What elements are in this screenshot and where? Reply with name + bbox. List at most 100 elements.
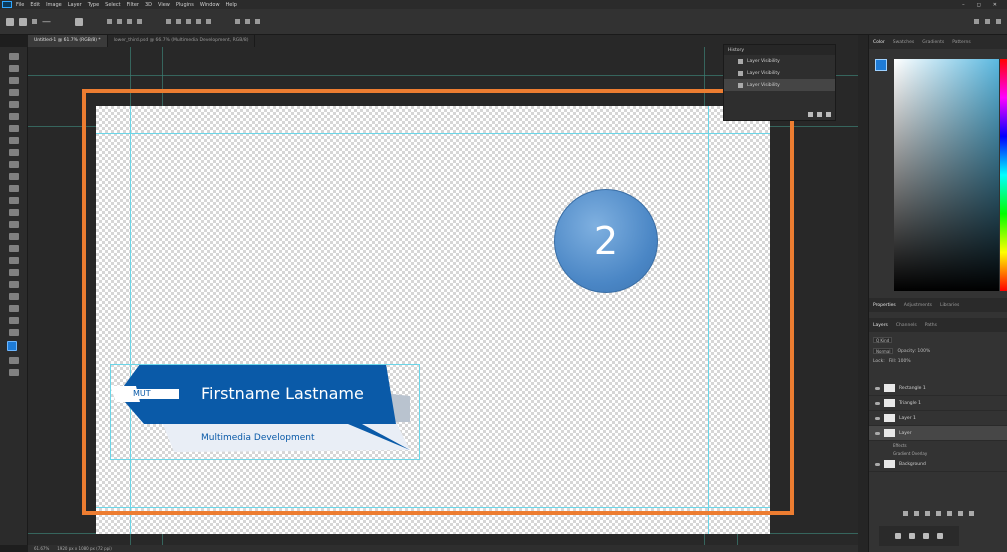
path-selection-icon[interactable] [9,269,19,276]
3d-rotate-icon[interactable] [245,19,250,24]
menu-3d[interactable]: 3D [145,2,152,8]
glyphs-icon[interactable] [937,533,943,539]
menu-window[interactable]: Window [200,2,220,8]
healing-brush-icon[interactable] [9,149,19,156]
type-tool-icon[interactable] [9,257,19,264]
layer-row[interactable]: Layer 1 [869,411,1007,426]
frame-tool-icon[interactable] [9,125,19,132]
share-icon[interactable] [974,19,979,24]
eyedropper-icon[interactable] [9,137,19,144]
screen-mode-icon[interactable] [9,369,19,376]
paragraph-icon[interactable] [923,533,929,539]
artboard-tool-icon[interactable] [9,65,19,72]
menu-filter[interactable]: Filter [127,2,139,8]
distribute-top-icon[interactable] [196,19,201,24]
distribute-center-icon[interactable] [176,19,181,24]
dodge-tool-icon[interactable] [9,233,19,240]
menu-plugins[interactable]: Plugins [176,2,194,8]
distribute-right-icon[interactable] [186,19,191,24]
menu-help[interactable]: Help [226,2,237,8]
group-icon[interactable] [947,510,952,516]
minimize-button[interactable]: – [962,2,965,8]
auto-select-checkbox[interactable] [32,19,37,24]
color-picker-field[interactable] [894,59,999,291]
trash-icon[interactable] [826,112,831,117]
home-icon[interactable] [6,17,14,26]
fill-field[interactable]: Fill: 100% [889,359,911,364]
move-tool-icon[interactable] [9,53,19,60]
align-right-icon[interactable] [127,19,132,24]
zoom-level[interactable]: 61.67% [34,546,49,551]
align-center-icon[interactable] [117,19,122,24]
distribute-left-icon[interactable] [166,19,171,24]
tab-untitled[interactable]: Untitled-1 @ 61.7% (RGB/8) * [28,35,108,47]
crop-tool-icon[interactable] [9,113,19,120]
tab-color[interactable]: Color [873,40,885,45]
magic-wand-icon[interactable] [9,101,19,108]
3d-mode-icon[interactable] [235,19,240,24]
camera-icon[interactable] [817,112,822,117]
trash-icon[interactable] [969,510,974,516]
adjustment-layer-icon[interactable] [936,510,941,516]
foreground-color-swatch[interactable] [875,59,887,71]
menu-layer[interactable]: Layer [68,2,82,8]
opacity-field[interactable]: Opacity: 100% [897,349,930,354]
more-options-icon[interactable] [206,19,211,24]
new-layer-icon[interactable] [958,510,963,516]
layer-row[interactable]: Triangle 1 [869,396,1007,411]
tab-adjustments[interactable]: Adjustments [904,303,932,308]
marquee-tool-icon[interactable] [9,77,19,84]
align-left-icon[interactable] [107,19,112,24]
align-top-icon[interactable] [137,19,142,24]
menu-file[interactable]: File [16,2,24,8]
document-info[interactable]: 1920 px x 1080 px (72 ppi) [57,546,112,551]
move-tool-icon[interactable] [19,17,27,26]
menu-type[interactable]: Type [88,2,99,8]
tab-layers[interactable]: Layers [873,323,888,328]
tab-libraries[interactable]: Libraries [940,303,959,308]
close-button[interactable]: ✕ [993,2,997,8]
workspace-icon[interactable] [996,19,1001,24]
fx-icon[interactable] [914,510,919,516]
tab-gradients[interactable]: Gradients [922,40,944,45]
eye-icon[interactable] [875,462,880,466]
gradient-tool-icon[interactable] [9,209,19,216]
tab-lower-third[interactable]: lower_third.psd @ 66.7% (Multimedia Deve… [108,35,256,47]
tab-swatches[interactable]: Swatches [893,40,915,45]
layer-row[interactable]: Rectangle 1 [869,381,1007,396]
blend-mode-dropdown[interactable]: Normal [873,348,894,354]
transform-controls-icon[interactable] [75,17,83,26]
history-state[interactable]: Layer Visibility [724,67,835,79]
swap-colors-icon[interactable] [9,329,19,336]
rectangle-tool-icon[interactable] [9,281,19,288]
menu-image[interactable]: Image [46,2,62,8]
brush-tool-icon[interactable] [9,161,19,168]
menu-view[interactable]: View [158,2,170,8]
blur-tool-icon[interactable] [9,221,19,228]
clone-stamp-icon[interactable] [9,173,19,180]
history-state[interactable]: Layer Visibility [724,55,835,67]
layer-row-selected[interactable]: Layer [869,426,1007,441]
quick-mask-icon[interactable] [9,357,19,364]
new-snapshot-icon[interactable] [808,112,813,117]
eye-icon[interactable] [875,386,880,390]
eye-icon[interactable] [875,401,880,405]
link-layers-icon[interactable] [903,510,908,516]
hand-tool-icon[interactable] [9,293,19,300]
layer-row[interactable]: Background [869,457,1007,472]
menu-select[interactable]: Select [105,2,120,8]
tab-patterns[interactable]: Patterns [952,40,971,45]
lasso-tool-icon[interactable] [9,89,19,96]
character-icon[interactable] [909,533,915,539]
more-tools-icon[interactable] [9,317,19,324]
foreground-color-swatch[interactable] [7,341,17,351]
pen-tool-icon[interactable] [9,245,19,252]
collapsed-panel-strip[interactable] [858,35,868,552]
tab-properties[interactable]: Properties [873,303,896,308]
tab-channels[interactable]: Channels [896,323,917,328]
brush-settings-icon[interactable] [895,533,901,539]
hue-slider[interactable] [1000,59,1007,291]
eye-icon[interactable] [875,416,880,420]
gradient-overlay-effect[interactable]: Gradient Overlay [869,449,1007,457]
history-state-selected[interactable]: Layer Visibility [724,79,835,91]
